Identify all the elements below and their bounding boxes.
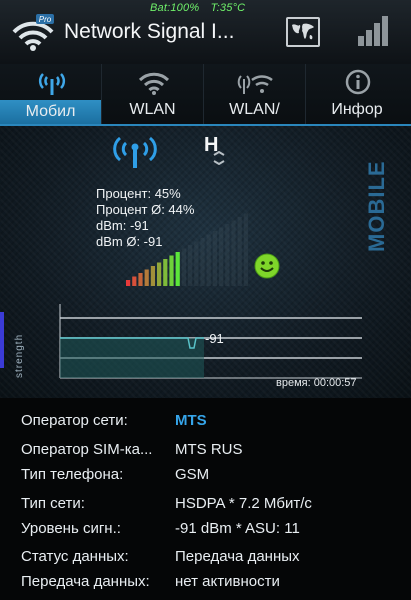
- row-value: нет активности: [175, 573, 280, 590]
- list-item: Уровень сигн.: -91 dBm * ASU: 11: [0, 520, 411, 546]
- tab-label: Мобил: [0, 100, 101, 124]
- signal-bar: [144, 269, 149, 286]
- signal-bar: [175, 252, 180, 286]
- graph-elapsed-time: время: 00:00:57: [276, 377, 357, 389]
- signal-bar: [188, 245, 193, 286]
- signal-bar: [169, 255, 174, 286]
- list-item: Статус данных: Передача данных: [0, 548, 411, 574]
- signal-bar: [157, 262, 162, 286]
- transfer-arrows-icon: [213, 151, 225, 165]
- signal-bar: [163, 259, 168, 286]
- graph-y-label: strength: [14, 333, 25, 378]
- signal-bar: [126, 280, 131, 286]
- tab-wlan-mobile[interactable]: WLAN/: [204, 64, 306, 126]
- tab-bar: Мобил WLAN WLAN/ Инфор: [0, 64, 411, 126]
- signal-bar: [219, 227, 224, 286]
- antenna-signal-icon: [113, 136, 157, 168]
- graph-current-value: -91: [205, 331, 224, 346]
- signal-bar: [206, 234, 211, 286]
- row-key: Статус данных:: [21, 548, 129, 565]
- row-value: GSM: [175, 466, 210, 483]
- list-item: Оператор сети: MTS: [0, 412, 411, 438]
- svg-text:Pro: Pro: [39, 15, 52, 24]
- signal-bar: [132, 276, 137, 286]
- row-value: Передача данных: [175, 548, 300, 565]
- battery-status: Bat:100%: [150, 2, 200, 14]
- signal-bars-icon[interactable]: [356, 14, 390, 46]
- row-key: Тип телефона:: [21, 466, 124, 483]
- signal-bar: [200, 238, 205, 286]
- signal-bar: [225, 224, 230, 286]
- list-item: Передача данных: нет активности: [0, 573, 411, 599]
- list-item: Тип телефона: GSM: [0, 466, 411, 492]
- wifi-icon: [138, 72, 170, 95]
- app-title: Network Signal I...: [64, 20, 235, 43]
- wifi-pro-icon[interactable]: Pro: [10, 12, 56, 52]
- tab-mobile[interactable]: Мобил: [0, 64, 102, 126]
- info-icon: [345, 69, 371, 95]
- tab-wlan[interactable]: WLAN: [102, 64, 204, 126]
- signal-bar: [243, 213, 248, 286]
- signal-bar: [194, 241, 199, 286]
- list-item: Оператор SIM-ка... MTS RUS: [0, 441, 411, 467]
- mobile-vertical-label: MOBILE: [364, 160, 389, 252]
- row-value: MTS: [175, 412, 207, 429]
- signal-bar: [212, 231, 217, 286]
- antenna-icon: [38, 73, 66, 95]
- tab-label: Инфор: [331, 101, 383, 118]
- list-item: Тип сети: HSDPA * 7.2 Мбит/с: [0, 495, 411, 521]
- tab-label: WLAN/: [229, 101, 280, 118]
- app-header: Bat:100% T:35°C Pro Network Signal I...: [0, 0, 411, 65]
- tab-label: WLAN: [129, 101, 176, 118]
- tab-info[interactable]: Инфор: [306, 64, 408, 126]
- row-value: HSDPA * 7.2 Мбит/с: [175, 495, 312, 512]
- signal-bar: [138, 273, 143, 286]
- row-value: -91 dBm * ASU: 11: [175, 520, 300, 537]
- world-map-icon: [292, 23, 314, 40]
- percent-value: Процент: 45%: [96, 186, 181, 201]
- signal-bar: [237, 217, 242, 286]
- row-key: Оператор сети:: [21, 412, 128, 429]
- smiley-icon: [254, 253, 280, 279]
- signal-bar: [150, 266, 155, 286]
- row-key: Уровень сигн.:: [21, 520, 121, 537]
- status-line: Bat:100% T:35°C: [150, 2, 310, 14]
- row-key: Передача данных:: [21, 573, 150, 590]
- signal-level-bars: [126, 213, 248, 286]
- graph-area: [60, 338, 204, 378]
- row-key: Тип сети:: [21, 495, 85, 512]
- temperature-status: T:35°C: [210, 2, 246, 14]
- signal-bar: [231, 220, 236, 286]
- row-key: Оператор SIM-ка...: [21, 441, 153, 458]
- wifi-antenna-icon: [237, 75, 273, 94]
- scroll-indicator: [0, 312, 4, 368]
- signal-bar: [181, 248, 186, 286]
- network-type-badge: H: [202, 134, 228, 168]
- row-value: MTS RUS: [175, 441, 243, 458]
- world-map-button[interactable]: [286, 17, 320, 47]
